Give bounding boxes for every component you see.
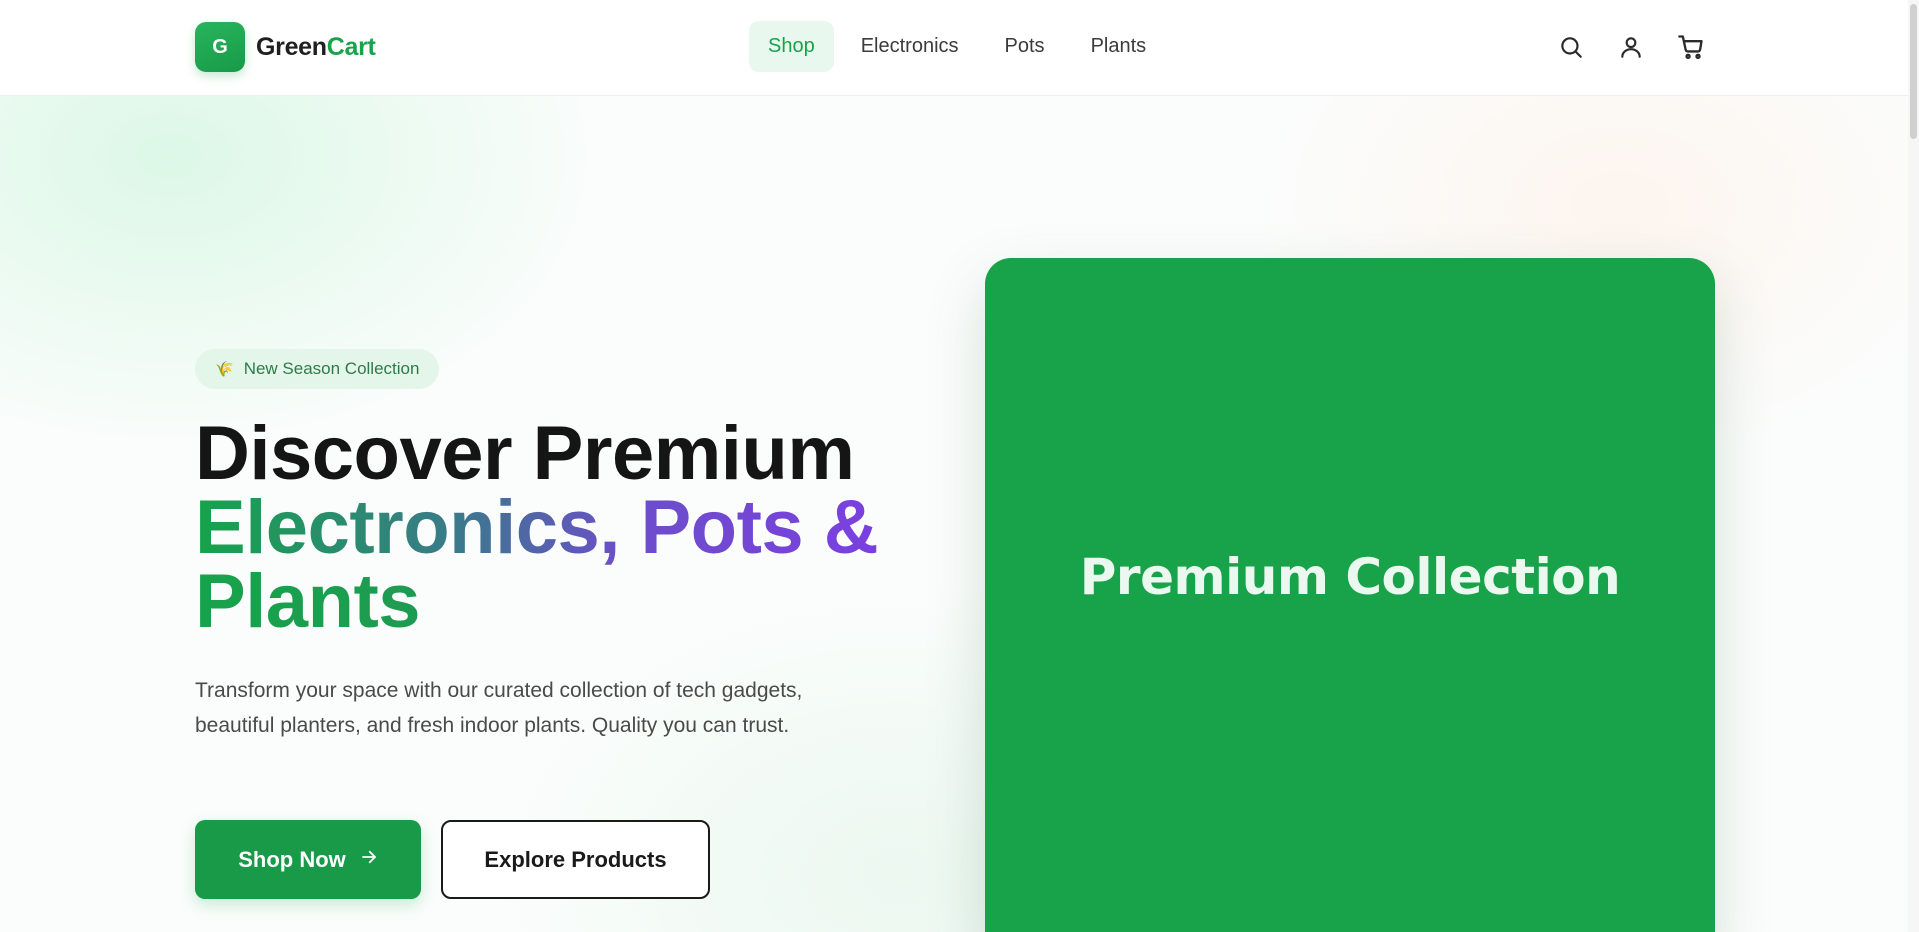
wheat-icon: 🌾 xyxy=(215,361,234,378)
site-header: G GreenCart Shop Electronics Pots Plants xyxy=(0,0,1919,96)
arrow-right-icon xyxy=(360,848,378,872)
premium-collection-title: Premium Collection xyxy=(1079,548,1621,606)
logo-badge: G xyxy=(195,22,245,72)
hero-title-line3: Plants xyxy=(195,564,878,640)
user-icon[interactable] xyxy=(1615,28,1647,66)
main-nav: Shop Electronics Pots Plants xyxy=(749,21,1173,72)
nav-item-pots[interactable]: Pots xyxy=(986,21,1064,72)
nav-item-plants[interactable]: Plants xyxy=(1072,21,1166,72)
shop-now-button[interactable]: Shop Now xyxy=(195,820,421,899)
nav-item-shop[interactable]: Shop xyxy=(749,21,834,72)
nav-item-electronics[interactable]: Electronics xyxy=(842,21,978,72)
hero-title-line1: Discover Premium xyxy=(195,411,855,496)
hero-section: 🌾 New Season Collection Discover Premium… xyxy=(0,96,1919,932)
hero-title-line2: Electronics, Pots & xyxy=(195,485,879,570)
season-badge: 🌾 New Season Collection xyxy=(195,349,440,389)
premium-collection-card[interactable]: Premium Collection xyxy=(985,258,1715,932)
hero-description: Transform your space with our curated co… xyxy=(195,679,803,737)
cart-icon[interactable] xyxy=(1675,28,1707,66)
scrollbar-thumb[interactable] xyxy=(1910,4,1917,139)
page-scrollbar[interactable] xyxy=(1908,0,1919,932)
hero-title: Discover Premium Electronics, Pots & Pla… xyxy=(195,411,879,640)
brand-name-part2: Cart xyxy=(326,32,376,61)
season-badge-label: New Season Collection xyxy=(243,359,420,378)
logo[interactable]: G GreenCart xyxy=(195,22,376,72)
brand-name-part1: Green xyxy=(256,32,327,61)
explore-products-button[interactable]: Explore Products xyxy=(441,820,710,899)
shop-now-label: Shop Now xyxy=(238,846,346,872)
search-icon[interactable] xyxy=(1555,28,1587,66)
header-actions xyxy=(1555,28,1735,66)
brand-name: GreenCart xyxy=(256,33,376,62)
